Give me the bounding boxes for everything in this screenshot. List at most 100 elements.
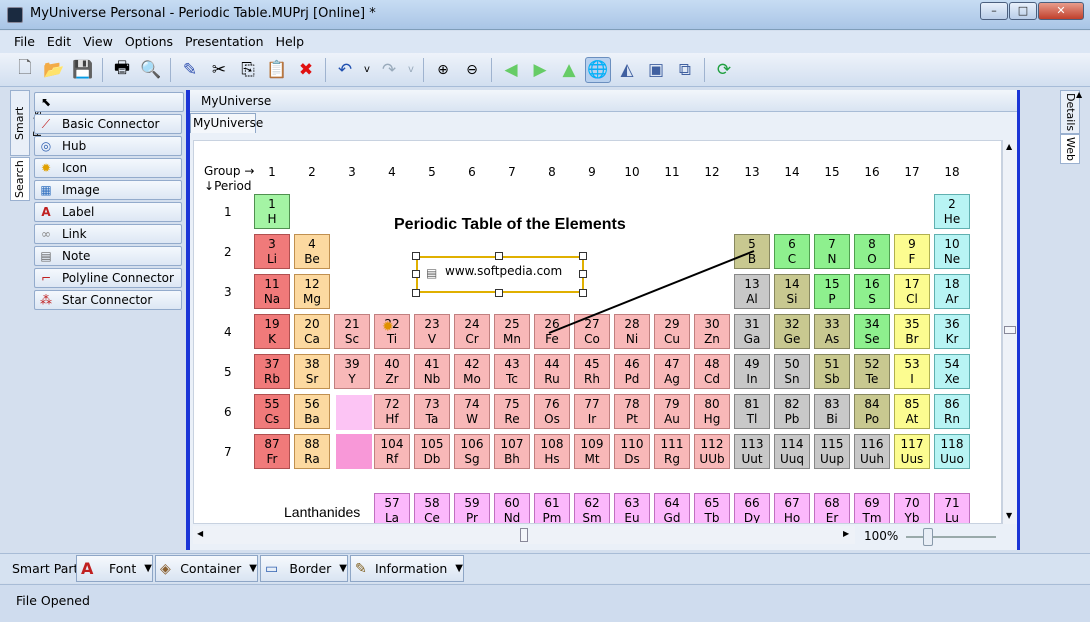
element-cell[interactable]: 1H [254,194,290,229]
element-cell[interactable]: 9F [894,234,930,269]
information-button[interactable]: ✎ Information ▼ [350,555,464,582]
element-cell[interactable]: 81 Tl [734,394,770,429]
resize-handle[interactable] [495,252,503,260]
canvas[interactable]: Group → ↓Period 1 2 3 4 5 6 7 8 9 10 11 12 13 14 15 16 1… [193,140,1002,524]
element-cell[interactable]: 33 As [814,314,850,349]
zoom-out-icon[interactable]: ⊖ [459,57,485,83]
resize-handle[interactable] [412,252,420,260]
resize-handle[interactable] [579,252,587,260]
element-cell[interactable]: 2 He [934,194,970,229]
element-cell[interactable]: 56 Ba [294,394,330,429]
pen-icon[interactable]: ✎ [177,57,203,83]
tab-smart-parts[interactable]: Smart Parts [10,90,44,156]
palette-item-note[interactable]: ▤ Note [34,246,182,266]
element-cell[interactable]: 44 Ru [534,354,570,389]
undo-icon[interactable]: ↶ [332,57,358,83]
element-cell[interactable]: 64 Gd [654,493,690,523]
print-preview-icon[interactable]: 🔍 [138,57,164,83]
element-cell[interactable]: 68 Er [814,493,850,523]
container-button[interactable]: ◈ Container ▼ [155,555,258,582]
element-cell[interactable]: 43 Tc [494,354,530,389]
palette-item-link[interactable]: ∞ Link [34,224,182,244]
element-cell[interactable]: 16 S [854,274,890,309]
element-cell[interactable]: 25 Mn [494,314,530,349]
element-cell[interactable]: 24 Cr [454,314,490,349]
zoom-in-icon[interactable]: ⊕ [430,57,456,83]
element-cell[interactable]: 71 Lu [934,493,970,523]
element-cell[interactable]: 51 Sb [814,354,850,389]
palette-item-image[interactable]: ▦ Image [34,180,182,200]
element-cell[interactable]: 48 Cd [694,354,730,389]
element-cell[interactable]: 73 Ta [414,394,450,429]
tab-myuniverse[interactable]: MyUniverse [190,113,263,133]
element-cell[interactable]: 67 Ho [774,493,810,523]
scroll-right-icon[interactable]: ▶ [843,529,849,538]
paste-icon[interactable]: 📋 [264,57,290,83]
element-cell[interactable]: 21 Sc [334,314,370,349]
copy-icon[interactable]: ⎘ [235,57,261,83]
element-cell[interactable]: 45 Rh [574,354,610,389]
pointer-tool[interactable]: ⬉ [34,92,184,112]
element-cell[interactable]: 37 Rb [254,354,290,389]
tab-search[interactable]: Search [10,157,30,201]
element-cell[interactable]: 84 Po [854,394,890,429]
redo-icon[interactable]: ↷ [376,57,402,83]
element-cell[interactable]: 57 La [374,493,410,523]
element-cell[interactable]: 79 Au [654,394,690,429]
save-icon[interactable]: 💾 [70,57,96,83]
element-cell[interactable]: 61 Pm [534,493,570,523]
element-cell[interactable]: 58 Ce [414,493,450,523]
element-cell[interactable]: 86 Rn [934,394,970,429]
element-cell[interactable]: 18 Ar [934,274,970,309]
element-cell[interactable]: 42 Mo [454,354,490,389]
border-button[interactable]: ▭ Border ▼ [260,555,348,582]
element-cell[interactable]: 109 Mt [574,434,610,469]
element-cell[interactable]: 105 Db [414,434,450,469]
element-cell[interactable]: 108 Hs [534,434,570,469]
element-cell[interactable]: 8O [854,234,890,269]
fit-icon[interactable]: ▣ [643,57,669,83]
element-cell[interactable]: 47 Ag [654,354,690,389]
element-cell[interactable]: 112 UUb [694,434,730,469]
element-cell[interactable]: 111 Rg [654,434,690,469]
maximize-button[interactable]: □ [1009,2,1037,20]
element-cell[interactable]: 74 W [454,394,490,429]
element-cell[interactable]: 88 Ra [294,434,330,469]
close-button[interactable]: ✕ [1038,2,1084,20]
element-cell[interactable]: 62 Sm [574,493,610,523]
vertical-scrollbar[interactable]: ▲ ▼ [1002,140,1017,524]
palette-item-star-connector[interactable]: ⁂ Star Connector [34,290,182,310]
element-cell[interactable]: 7N [814,234,850,269]
element-cell[interactable]: 35 Br [894,314,930,349]
element-cell[interactable]: 12 Mg [294,274,330,309]
element-cell[interactable]: 4 Be [294,234,330,269]
element-cell[interactable]: 11 Na [254,274,290,309]
horizontal-scroll-thumb[interactable] [520,528,528,542]
element-cell[interactable]: 10 Ne [934,234,970,269]
element-cell[interactable]: 15 P [814,274,850,309]
element-cell[interactable]: 75 Re [494,394,530,429]
element-cell[interactable]: 87 Fr [254,434,290,469]
element-cell[interactable]: 70 Yb [894,493,930,523]
cut-icon[interactable]: ✂ [206,57,232,83]
element-cell[interactable]: 3 Li [254,234,290,269]
element-cell[interactable]: 110 Ds [614,434,650,469]
element-cell[interactable]: 117 Uus [894,434,930,469]
element-cell[interactable]: 60 Nd [494,493,530,523]
element-cell[interactable]: 20 Ca [294,314,330,349]
element-cell[interactable]: 6C [774,234,810,269]
element-cell[interactable]: 106 Sg [454,434,490,469]
element-cell[interactable]: 14 Si [774,274,810,309]
element-cell[interactable]: 53 I [894,354,930,389]
element-cell[interactable]: 32 Ge [774,314,810,349]
resize-handle[interactable] [412,270,420,278]
mirror-icon[interactable]: ◭ [614,57,640,83]
zoom-slider-thumb[interactable] [923,528,933,546]
minimize-button[interactable]: – [980,2,1008,20]
element-cell[interactable]: 69 Tm [854,493,890,523]
print-icon[interactable]: 🖶 [109,57,135,83]
element-cell[interactable]: 82 Pb [774,394,810,429]
menu-presentation[interactable]: Presentation [179,34,270,49]
horizontal-scrollbar[interactable]: ◀ ▶ [193,526,855,544]
font-button[interactable]: A Font ▼ [76,555,153,582]
